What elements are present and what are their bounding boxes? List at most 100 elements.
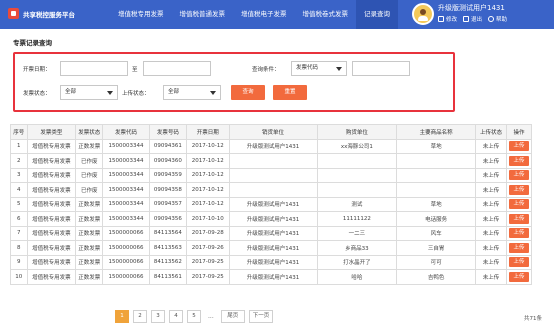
invoice-status-select[interactable]: 全部 xyxy=(60,85,118,100)
col-invoice-number-cell: 84113562 xyxy=(148,254,188,270)
col-action-cell: 上传 xyxy=(506,269,532,285)
upload-button[interactable]: 上传 xyxy=(509,271,530,282)
col-invoice-code-cell: 1500003344 xyxy=(102,153,150,169)
page-4-button[interactable]: 4 xyxy=(169,310,183,323)
page-1-button[interactable]: 1 xyxy=(115,310,129,323)
col-invoice-code-cell: 1500003344 xyxy=(102,138,150,154)
page-5-button[interactable]: 5 xyxy=(187,310,201,323)
upload-button[interactable]: 上传 xyxy=(509,213,530,224)
col-product-header: 主要商品名称 xyxy=(396,124,476,140)
main-nav: 增值税专用发票 增值税普通发票 增值税电子发票 增值税卷式发票 记录查询 xyxy=(110,0,398,29)
table-row: 10 增值税专用发票 正数发票 1500000066 84113561 2017-09-2… xyxy=(10,269,532,285)
col-upload-status-cell: 未上传 xyxy=(474,254,508,270)
invoice-table: 序号 发票类型 发票状态 发票代码 发票号码 开票日期 销货单位 购货单位 主要商品名称 上传状态… xyxy=(10,124,532,285)
page-ellipsis: ... xyxy=(208,313,214,320)
col-seller-cell: 升级版测试用户1431 xyxy=(228,196,318,212)
query-value-input[interactable] xyxy=(352,61,410,76)
date-from-input[interactable] xyxy=(60,61,128,76)
upload-status-value: 全部 xyxy=(168,89,180,95)
query-condition-select[interactable]: 发票代码 xyxy=(291,61,347,76)
col-index-header: 序号 xyxy=(10,124,28,140)
col-product-cell: 风车 xyxy=(396,225,476,241)
col-buyer-cell xyxy=(316,167,398,183)
edit-link[interactable]: 修改 xyxy=(438,15,457,23)
date-to-input[interactable] xyxy=(143,61,211,76)
col-upload-status-cell: 未上传 xyxy=(474,225,508,241)
upload-button[interactable]: 上传 xyxy=(509,257,530,268)
upload-status-label: 上传状态： xyxy=(122,91,150,97)
table-row: 1 增值税专用发票 正数发票 1500003344 09094361 2017-10-12… xyxy=(10,138,532,154)
col-invoice-number-cell: 09094360 xyxy=(148,153,188,169)
nav-roll-invoice[interactable]: 增值税卷式发票 xyxy=(295,0,357,29)
col-invoice-status-cell: 已作废 xyxy=(75,167,104,183)
logout-link[interactable]: 退出 xyxy=(463,15,482,23)
table-row: 2 增值税专用发票 已作废 1500003344 09094360 2017-10-12 未… xyxy=(10,153,532,169)
col-index-cell: 8 xyxy=(10,240,28,256)
col-upload-status-cell: 未上传 xyxy=(474,182,508,198)
col-action-header: 操作 xyxy=(506,124,532,140)
col-action-cell: 上传 xyxy=(506,167,532,183)
upload-button[interactable]: 上传 xyxy=(509,141,530,152)
col-upload-status-cell: 未上传 xyxy=(474,138,508,154)
page-2-button[interactable]: 2 xyxy=(133,310,147,323)
col-issue-date-cell: 2017-09-25 xyxy=(186,269,230,285)
col-invoice-status-cell: 已作废 xyxy=(75,182,104,198)
upload-button[interactable]: 上传 xyxy=(509,228,530,239)
page-3-button[interactable]: 3 xyxy=(151,310,165,323)
col-action-cell: 上传 xyxy=(506,240,532,256)
search-button[interactable]: 查询 xyxy=(231,85,265,100)
col-invoice-status-cell: 正数发票 xyxy=(75,225,104,241)
table-row: 4 增值税专用发票 已作废 1500003344 09094358 2017-10-12 未… xyxy=(10,182,532,198)
col-upload-status-cell: 未上传 xyxy=(474,153,508,169)
col-invoice-status-cell: 已作废 xyxy=(75,153,104,169)
col-buyer-header: 购货单位 xyxy=(316,124,398,140)
brand[interactable]: 共享税控服务平台 xyxy=(8,8,75,19)
col-issue-date-cell: 2017-09-26 xyxy=(186,240,230,256)
nav-record-query[interactable]: 记录查询 xyxy=(356,0,398,29)
col-action-cell: 上传 xyxy=(506,254,532,270)
col-action-cell: 上传 xyxy=(506,153,532,169)
col-seller-cell xyxy=(228,167,318,183)
col-invoice-type-cell: 增值税专用发票 xyxy=(26,182,77,198)
col-invoice-type-cell: 增值税专用发票 xyxy=(26,167,77,183)
upload-button[interactable]: 上传 xyxy=(509,184,530,195)
col-issue-date-cell: 2017-10-12 xyxy=(186,153,230,169)
col-upload-status-cell: 未上传 xyxy=(474,196,508,212)
last-page-button[interactable]: 尾页 xyxy=(220,310,245,323)
table-row: 3 增值税专用发票 已作废 1500003344 09094359 2017-10-12 未… xyxy=(10,167,532,183)
nav-normal-invoice[interactable]: 增值税普通发票 xyxy=(172,0,234,29)
upload-status-select[interactable]: 全部 xyxy=(163,85,221,100)
col-buyer-cell: xx海豚公司1 xyxy=(316,138,398,154)
col-product-cell: 草地 xyxy=(396,196,476,212)
next-page-button[interactable]: 下一页 xyxy=(248,310,274,323)
col-invoice-type-cell: 增值税专用发票 xyxy=(26,254,77,270)
col-issue-date-cell: 2017-10-12 xyxy=(186,167,230,183)
col-upload-status-cell: 未上传 xyxy=(474,269,508,285)
upload-button[interactable]: 上传 xyxy=(509,199,530,210)
brand-name: 共享税控服务平台 xyxy=(23,10,75,19)
col-invoice-number-header: 发票号码 xyxy=(148,124,188,140)
col-product-cell: 三自胃 xyxy=(396,240,476,256)
col-invoice-code-cell: 1500000066 xyxy=(102,254,150,270)
table-row: 8 增值税专用发票 正数发票 1500000066 84113563 2017-09-26… xyxy=(10,240,532,256)
col-product-cell: 草地 xyxy=(396,138,476,154)
upload-button[interactable]: 上传 xyxy=(509,170,530,181)
col-invoice-code-cell: 1500003344 xyxy=(102,211,150,227)
reset-button[interactable]: 重置 xyxy=(273,85,307,100)
nav-electronic-invoice[interactable]: 增值税电子发票 xyxy=(233,0,295,29)
user-avatar-icon xyxy=(412,3,434,25)
help-link[interactable]: 帮助 xyxy=(488,15,507,23)
col-invoice-status-cell: 正数发票 xyxy=(75,254,104,270)
col-invoice-type-cell: 增值税专用发票 xyxy=(26,153,77,169)
col-index-cell: 4 xyxy=(10,182,28,198)
help-label: 帮助 xyxy=(496,17,508,23)
query-condition-value: 发票代码 xyxy=(296,65,319,71)
col-product-cell: 电话服务 xyxy=(396,211,476,227)
col-index-cell: 2 xyxy=(10,153,28,169)
col-invoice-code-header: 发票代码 xyxy=(102,124,150,140)
col-invoice-status-header: 发票状态 xyxy=(75,124,104,140)
nav-special-invoice[interactable]: 增值税专用发票 xyxy=(110,0,172,29)
upload-button[interactable]: 上传 xyxy=(509,242,530,253)
upload-button[interactable]: 上传 xyxy=(509,155,530,166)
user-name: 升级版测试用户1431 xyxy=(438,4,505,12)
